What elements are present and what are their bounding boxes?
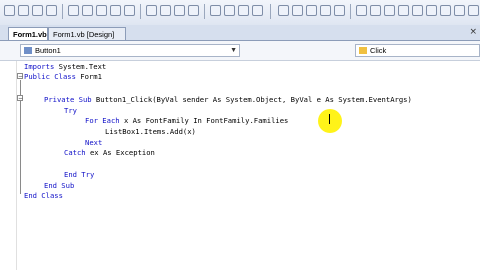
tool-icon-26[interactable] — [398, 5, 409, 16]
class-name-combo[interactable]: Button1 ▼ — [20, 44, 240, 57]
code-text: ListBox1.Items.Add(x) — [105, 127, 196, 136]
tool-icon-13[interactable] — [188, 5, 199, 16]
navigation-bar: Button1 ▼ Click — [0, 41, 480, 61]
toolbar-separator — [140, 4, 141, 19]
tool-icon-5[interactable] — [68, 5, 79, 16]
tool-icon-18[interactable] — [278, 5, 289, 16]
keyword: End Sub — [44, 181, 75, 190]
tool-icon-12[interactable] — [174, 5, 185, 16]
editor-margin — [0, 61, 17, 270]
event-icon — [359, 47, 367, 54]
tool-icon-7[interactable] — [96, 5, 107, 16]
keyword: Next — [85, 138, 103, 147]
fold-toggle-icon[interactable]: − — [17, 95, 23, 102]
code-line: ListBox1.Items.Add(x) — [105, 126, 196, 137]
code-line: End Try — [64, 169, 94, 180]
tool-icon-22[interactable] — [334, 5, 345, 16]
method-combo-value: Click — [370, 46, 387, 55]
tool-icon-31[interactable] — [468, 5, 479, 16]
mouse-cursor-highlight — [318, 109, 342, 133]
tool-icon-16[interactable] — [238, 5, 249, 16]
class-icon — [24, 47, 32, 54]
tool-icon-14[interactable] — [210, 5, 221, 16]
code-text: Button1_Click(ByVal sender As System.Obj… — [91, 95, 412, 104]
text-cursor-icon — [329, 114, 330, 124]
toolbar-separator — [62, 4, 63, 19]
tool-icon-27[interactable] — [412, 5, 423, 16]
tool-icon-28[interactable] — [426, 5, 437, 16]
tool-icon-30[interactable] — [454, 5, 465, 16]
toolbar-separator — [270, 4, 271, 19]
tool-icon-9[interactable] — [124, 5, 135, 16]
keyword: Private Sub — [44, 95, 92, 104]
code-line: For Each x As FontFamily In FontFamily.F… — [85, 115, 288, 126]
document-tabs: Form1.vb Form1.vb [Design] — [0, 25, 480, 41]
tool-icon-17[interactable] — [252, 5, 263, 16]
tool-icon-11[interactable] — [160, 5, 171, 16]
toolbar — [0, 0, 480, 26]
code-line: Public Class Form1 — [24, 71, 102, 82]
code-line: Private Sub Button1_Click(ByVal sender A… — [44, 94, 412, 105]
keyword: Catch — [64, 148, 86, 157]
toolbar-separator — [204, 4, 205, 19]
tool-icon-20[interactable] — [306, 5, 317, 16]
tab-form1-design[interactable]: Form1.vb [Design] — [48, 27, 126, 40]
class-combo-value: Button1 — [35, 46, 61, 55]
code-text: Form1 — [75, 72, 102, 81]
code-editor[interactable]: − − Imports System.Text Public Class For… — [0, 61, 480, 270]
toolbar-separator — [350, 4, 351, 19]
tool-icon-6[interactable] — [82, 5, 93, 16]
code-text: ex As Exception — [85, 148, 155, 157]
tool-icon-23[interactable] — [356, 5, 367, 16]
tool-icon-15[interactable] — [224, 5, 235, 16]
keyword: For Each — [85, 116, 120, 125]
chevron-down-icon: ▼ — [230, 47, 237, 54]
close-icon[interactable]: × — [469, 27, 477, 37]
method-name-combo[interactable]: Click — [355, 44, 480, 57]
code-line: Catch ex As Exception — [64, 147, 155, 158]
keyword: Imports — [24, 62, 55, 71]
tool-icon-29[interactable] — [440, 5, 451, 16]
tab-form1-vb[interactable]: Form1.vb — [8, 27, 48, 40]
tool-icon-1[interactable] — [4, 5, 15, 16]
tool-icon-3[interactable] — [32, 5, 43, 16]
tool-icon-8[interactable] — [110, 5, 121, 16]
keyword: Try — [64, 106, 77, 115]
code-line: Try — [64, 105, 77, 116]
tool-icon-24[interactable] — [370, 5, 381, 16]
keyword: Public Class — [24, 72, 76, 81]
tool-icon-25[interactable] — [384, 5, 395, 16]
tool-icon-10[interactable] — [146, 5, 157, 16]
tool-icon-4[interactable] — [46, 5, 57, 16]
keyword: End Class — [24, 191, 63, 200]
fold-toggle-icon[interactable]: − — [17, 73, 23, 80]
tool-icon-21[interactable] — [320, 5, 331, 16]
keyword: End Try — [64, 170, 95, 179]
code-text: x As FontFamily In FontFamily.Families — [119, 116, 289, 125]
tool-icon-2[interactable] — [18, 5, 29, 16]
code-line: End Class — [24, 190, 63, 201]
tool-icon-19[interactable] — [292, 5, 303, 16]
